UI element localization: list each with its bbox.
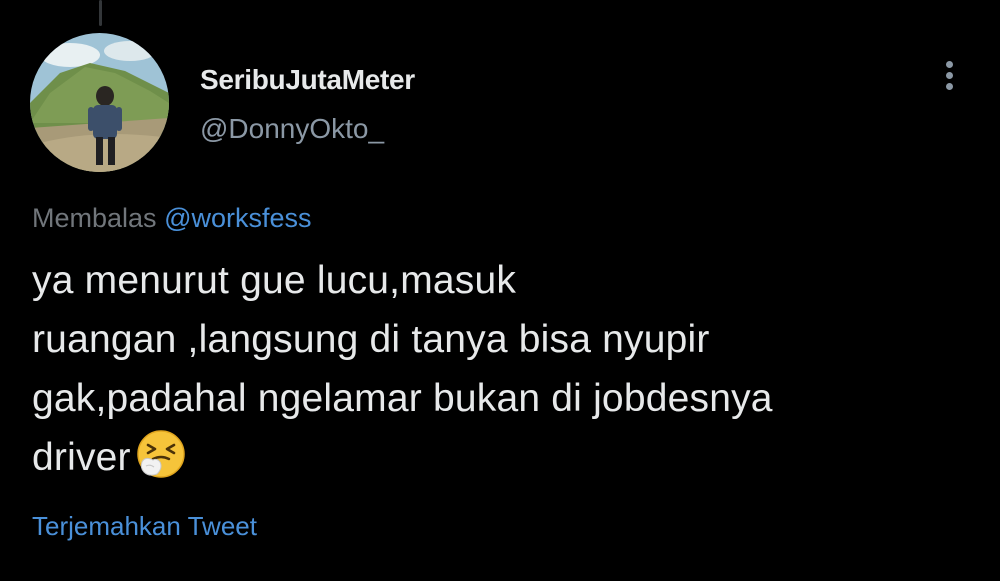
tweet-text-line: driver <box>32 436 131 479</box>
tweet-text: ya menurut gue lucu,masuk ruangan ,langs… <box>32 251 962 487</box>
sneezing-face-icon <box>135 428 187 480</box>
profile-photo <box>30 33 169 172</box>
tweet-text-line: ruangan ,langsung di tanya bisa nyupir <box>32 318 710 361</box>
tweet-text-line: ya menurut gue lucu,masuk <box>32 259 517 302</box>
reply-mention-link[interactable]: @worksfess <box>164 203 311 233</box>
tweet-text-line: gak,padahal ngelamar bukan di jobdesnya <box>32 377 773 420</box>
display-name[interactable]: SeribuJutaMeter <box>200 64 415 96</box>
avatar[interactable] <box>30 33 169 172</box>
thread-connector-line <box>99 0 102 26</box>
tweet-text-line-last: driver <box>32 428 962 487</box>
reply-prefix: Membalas <box>32 203 157 233</box>
more-options-button[interactable] <box>930 55 970 95</box>
reply-context: Membalas @worksfess <box>32 203 312 234</box>
user-handle[interactable]: @DonnyOkto_ <box>200 113 384 145</box>
translate-tweet-link[interactable]: Terjemahkan Tweet <box>32 511 257 542</box>
